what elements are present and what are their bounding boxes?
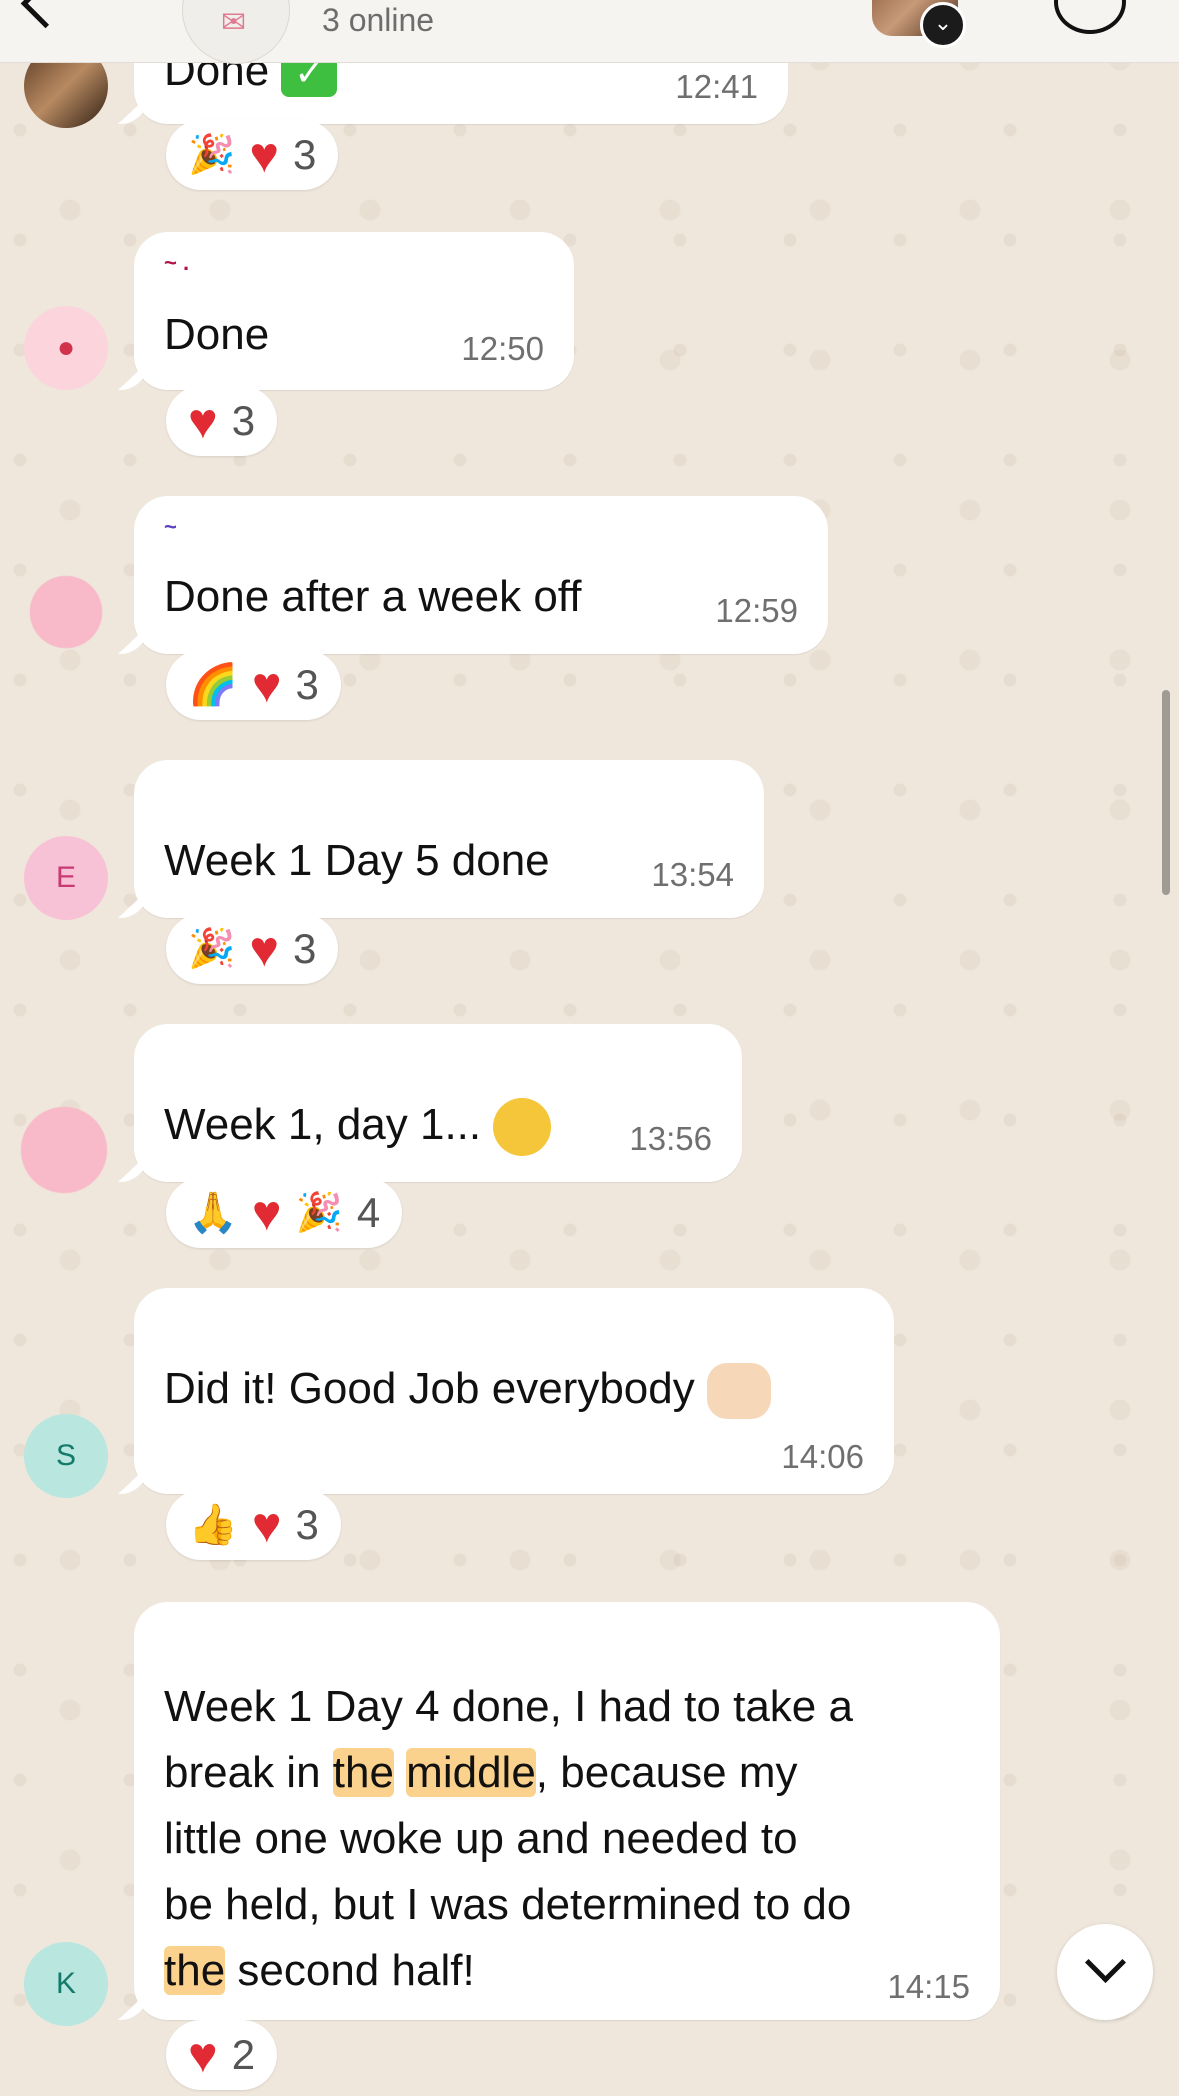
message-time: 12:59 (715, 592, 798, 629)
reaction-bar[interactable]: 🌈 ♥ 3 (166, 650, 341, 720)
message-bubble[interactable]: ~ Done after a week off 12:59 (134, 496, 828, 654)
scroll-to-bottom-button[interactable] (1057, 1924, 1153, 2020)
scrollbar[interactable] (1162, 690, 1170, 895)
back-chevron-icon[interactable] (20, 0, 71, 29)
sender-avatar[interactable] (24, 570, 108, 654)
online-status: 3 online (322, 2, 435, 38)
thumbs-up-icon: 👍 (188, 1503, 238, 1547)
party-popper-icon: 🎉 (295, 1192, 343, 1234)
sender-name: ~ . (164, 250, 190, 275)
reaction-bar[interactable]: ♥ 2 (166, 2020, 278, 2090)
rainbow-icon: 🌈 (188, 663, 238, 707)
search-highlight: the (164, 1946, 226, 1995)
reaction-bar[interactable]: 👍 ♥ 3 (166, 1490, 341, 1560)
sender-avatar[interactable]: ● (24, 306, 108, 390)
reaction-bar[interactable]: 🎉 ♥ 3 (166, 914, 339, 984)
heart-icon: ♥ (188, 393, 218, 449)
heart-icon: ♥ (249, 127, 280, 183)
call-icon[interactable] (1054, 0, 1126, 34)
folded-hands-icon: 🙏 (188, 1191, 238, 1235)
reaction-count: 3 (295, 661, 319, 708)
message-text-line: little one woke up and needed to (164, 1814, 798, 1863)
avatar-letter: K (55, 1967, 76, 2000)
heart-icon: ♥ (188, 2027, 218, 2083)
message-time: 12:41 (675, 68, 758, 105)
message-text: Done (164, 310, 270, 359)
message-text-line: break in the middle, because my (164, 1748, 798, 1797)
message-text-line: Week 1 Day 4 done, I had to take a (164, 1682, 853, 1731)
message-text: Did it! Good Job everybody (164, 1356, 771, 1422)
message-bubble[interactable]: Week 1 Day 5 done 13:54 (134, 760, 764, 918)
heart-icon: ♥ (251, 1185, 282, 1241)
group-chat-icon: ✉ (221, 6, 247, 39)
person-icon: ● (56, 331, 76, 364)
message-text-line: the second half! (164, 1946, 475, 1995)
reaction-count: 3 (231, 397, 256, 444)
party-popper-icon: 🎉 (188, 928, 236, 970)
reaction-count: 4 (356, 1189, 381, 1236)
reaction-count: 3 (293, 925, 317, 972)
reaction-count: 3 (295, 1501, 319, 1548)
message-text: Week 1 Day 5 done (164, 836, 550, 885)
reaction-count: 2 (231, 2031, 256, 2078)
message-bubble[interactable]: Week 1, day 1... 13:56 (134, 1024, 742, 1182)
reaction-bar[interactable]: 🎉 ♥ 3 (166, 120, 339, 190)
reaction-bar[interactable]: 🙏 ♥ 🎉 4 (166, 1178, 403, 1248)
message-time: 13:54 (651, 856, 734, 893)
reaction-bar[interactable]: ♥ 3 (166, 386, 278, 456)
raising-hands-icon (706, 1363, 771, 1420)
message-time: 14:15 (887, 1968, 970, 2005)
heart-icon: ♥ (251, 657, 282, 713)
message-text: Week 1, day 1... (164, 1092, 552, 1158)
party-popper-icon: 🎉 (188, 134, 236, 176)
sender-avatar[interactable]: S (24, 1414, 108, 1498)
message-text-line: be held, but I was determined to do (164, 1880, 852, 1929)
message-bubble[interactable]: ~ . Done 12:50 (134, 232, 574, 390)
reaction-count: 3 (293, 131, 317, 178)
heart-icon: ♥ (249, 921, 280, 977)
sender-avatar[interactable] (14, 1100, 114, 1200)
message-bubble[interactable]: Did it! Good Job everybody 14:06 (134, 1288, 894, 1494)
search-highlight: the (332, 1748, 394, 1797)
chevron-down-icon (1084, 1941, 1127, 1984)
search-highlight: middle (406, 1748, 536, 1797)
pleading-face-icon (493, 1098, 552, 1157)
sender-avatar[interactable]: K (24, 1942, 108, 2026)
sender-avatar[interactable]: E (24, 836, 108, 920)
group-avatar[interactable]: ✉ (182, 0, 290, 64)
sender-name: ~ (164, 514, 177, 539)
chevron-down-icon[interactable]: ⌄ (920, 2, 966, 48)
message-time: 14:06 (781, 1438, 864, 1475)
heart-icon: ♥ (251, 1497, 282, 1553)
message-bubble[interactable]: Week 1 Day 4 done, I had to take a break… (134, 1602, 1000, 2020)
message-text: Done after a week off (164, 572, 582, 621)
message-time: 13:56 (629, 1120, 712, 1157)
avatar-letter: S (55, 1439, 76, 1472)
chat-header: ✉ 3 online ⌄ (0, 0, 1179, 64)
avatar-letter: E (55, 861, 76, 894)
message-time: 12:50 (461, 330, 544, 367)
